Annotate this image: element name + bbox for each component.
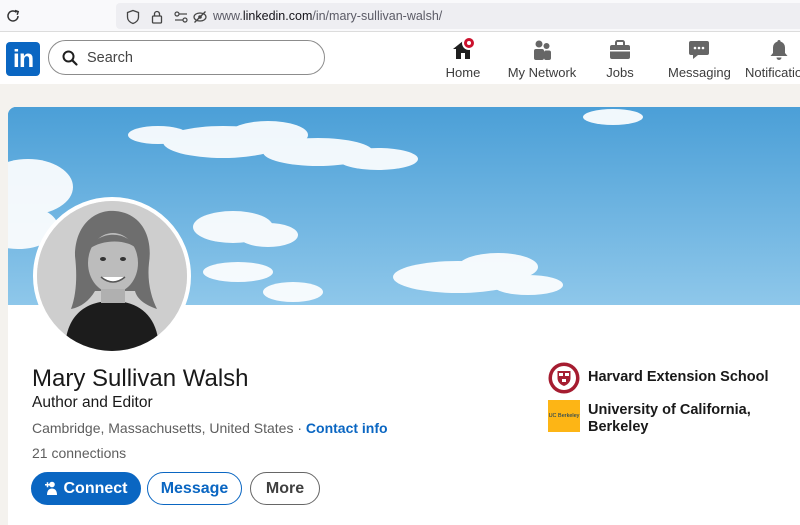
message-button[interactable]: Message [147,472,242,505]
nav-item-jobs[interactable]: Jobs [598,36,642,82]
more-button[interactable]: More [250,472,320,505]
nav-label-messaging: Messaging [668,65,731,80]
contact-info-link[interactable]: Contact info [306,420,388,436]
nav-item-notifications[interactable]: Notifications [745,36,800,82]
berkeley-logo: UC Berkeley [548,400,580,432]
linkedin-top-nav: in Home My Network Jobs [0,32,800,84]
lock-icon[interactable] [149,9,165,25]
profile-photo [37,201,187,351]
add-person-icon [44,481,57,495]
separator-dot: · [293,420,306,436]
education-name-berkeley: University of California, Berkeley [588,402,751,435]
profile-headline: Author and Editor [32,394,153,411]
harvard-logo [548,362,580,394]
nav-item-my-network[interactable]: My Network [506,36,578,82]
linkedin-logo[interactable]: in [6,42,40,76]
profile-name: Mary Sullivan Walsh [32,365,249,392]
connect-label: Connect [63,480,128,497]
search-box[interactable] [48,40,325,75]
notification-badge [462,36,476,50]
profile-location: Cambridge, Massachusetts, United States [32,420,294,436]
connections-count: 21 connections [32,445,127,461]
tracking-blocked-icon[interactable] [192,9,208,25]
url-field[interactable]: www.linkedin.com/in/mary-sullivan-walsh/ [116,3,800,29]
search-icon [62,50,78,66]
profile-location-line: Cambridge, Massachusetts, United States … [32,420,388,436]
connect-button[interactable]: Connect [31,472,141,505]
reload-icon[interactable] [4,7,22,25]
nav-item-messaging[interactable]: Messaging [668,36,731,82]
shield-icon[interactable] [125,9,141,25]
nav-label-jobs: Jobs [606,65,634,80]
profile-avatar[interactable] [33,197,191,355]
permissions-icon[interactable] [173,9,191,25]
messaging-icon [689,41,709,59]
nav-label-my-network: My Network [507,65,577,80]
browser-address-bar: www.linkedin.com/in/mary-sullivan-walsh/ [0,0,800,32]
network-icon [534,40,551,60]
briefcase-icon [610,40,630,59]
url-text: www.linkedin.com/in/mary-sullivan-walsh/ [213,9,443,23]
nav-item-home[interactable]: Home [443,36,483,82]
profile-card: Mary Sullivan Walsh Author and Editor Ca… [8,107,800,525]
education-name-harvard: Harvard Extension School [588,369,769,385]
nav-label-home: Home [445,65,481,80]
search-input[interactable] [87,47,307,69]
bell-icon [770,40,788,60]
nav-label-notifications: Notifications [745,65,800,80]
